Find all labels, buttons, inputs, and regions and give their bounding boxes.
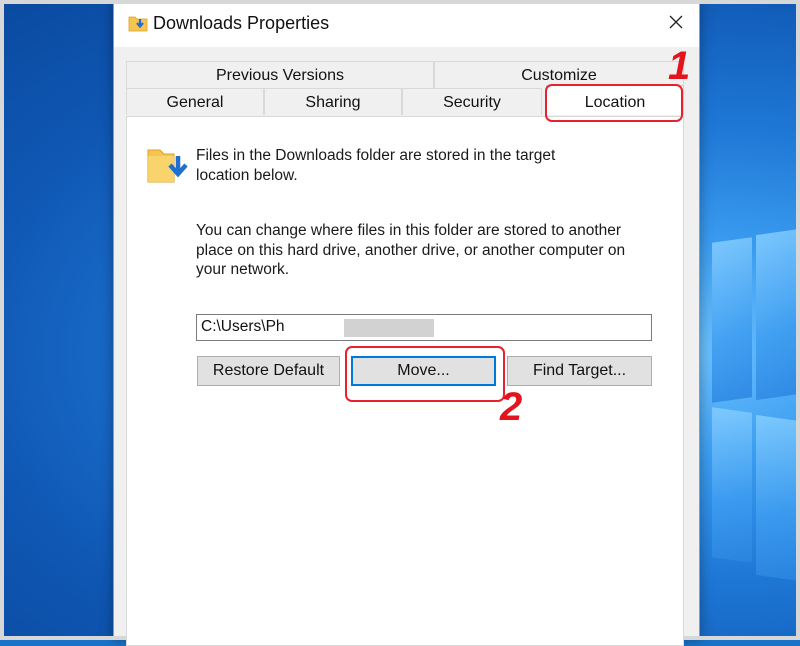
windows-logo-pane — [756, 414, 800, 582]
tab-previous-versions[interactable]: Previous Versions — [126, 61, 434, 88]
intro-text-line2: location below. — [196, 167, 298, 184]
tab-label: General — [166, 94, 224, 111]
dialog-client-area: Previous Versions Customize General Shar… — [114, 47, 699, 646]
windows-logo-pane — [756, 228, 800, 401]
button-label: Restore Default — [212, 362, 325, 379]
find-target-button[interactable]: Find Target... — [507, 356, 652, 386]
properties-dialog: Downloads Properties Previous Versions C… — [113, 0, 700, 646]
windows-logo-pane — [712, 237, 752, 403]
tab-label: Customize — [521, 67, 597, 84]
tab-security[interactable]: Security — [402, 88, 542, 115]
description-line1: You can change where files in this folde… — [196, 222, 622, 239]
title-bar: Downloads Properties — [114, 0, 699, 47]
tab-label: Previous Versions — [215, 67, 345, 84]
redacted-username — [344, 319, 434, 337]
tab-general[interactable]: General — [126, 88, 264, 115]
tab-sharing[interactable]: Sharing — [264, 88, 402, 115]
folder-download-icon — [147, 149, 188, 183]
windows-logo-pane — [712, 407, 752, 563]
move-button[interactable]: Move... — [351, 356, 496, 386]
close-icon — [669, 15, 683, 29]
button-label: Move... — [397, 362, 450, 379]
description-line2: place on this hard drive, another drive,… — [196, 242, 626, 259]
tab-customize[interactable]: Customize — [434, 61, 684, 88]
description-line3: your network. — [196, 261, 290, 278]
step-1-label: 1 — [668, 44, 691, 88]
tab-label: Sharing — [305, 94, 361, 111]
folder-download-icon — [128, 16, 148, 32]
intro-text-line1: Files in the Downloads folder are stored… — [196, 147, 556, 164]
tab-label: Security — [443, 94, 501, 111]
target-path-input[interactable]: C:\Users\Ph \Downloads — [196, 314, 652, 341]
window-title: Downloads Properties — [153, 13, 330, 33]
close-button[interactable] — [653, 0, 699, 44]
tab-label: Location — [584, 94, 646, 111]
restore-default-button[interactable]: Restore Default — [197, 356, 340, 386]
button-label: Find Target... — [532, 362, 627, 379]
tab-location[interactable]: Location — [546, 85, 684, 115]
step-2-label: 2 — [500, 385, 523, 429]
